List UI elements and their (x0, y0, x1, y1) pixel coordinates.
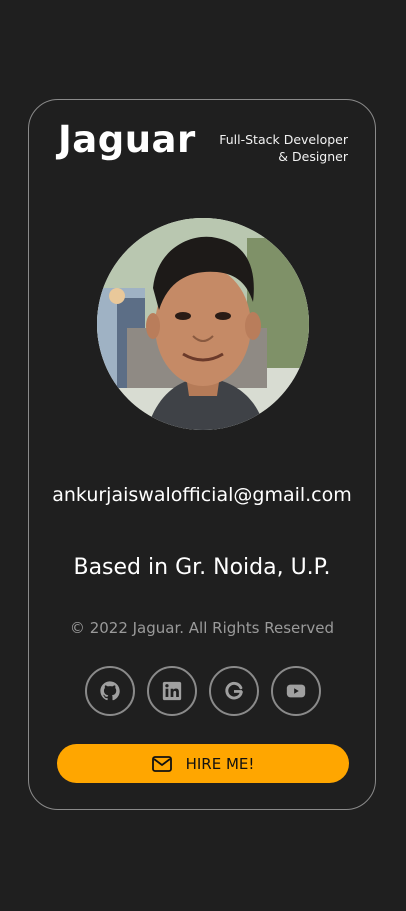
linkedin-link[interactable] (147, 666, 197, 716)
brand-logo: Jaguar (58, 118, 196, 161)
google-link[interactable] (209, 666, 259, 716)
contact-email: ankurjaiswalofficial@gmail.com (52, 484, 352, 506)
profile-card: Jaguar Full-Stack Developer & Designer a… (28, 99, 376, 810)
youtube-link[interactable] (271, 666, 321, 716)
mail-icon (151, 755, 172, 772)
avatar (97, 218, 309, 430)
location-text: Based in Gr. Noida, U.P. (73, 555, 331, 580)
avatar-portrait (97, 218, 309, 430)
social-links (85, 666, 321, 716)
copyright-text: © 2022 Jaguar. All Rights Reserved (69, 619, 335, 637)
linkedin-icon (162, 681, 182, 701)
role-line-2: & Designer (278, 149, 348, 164)
youtube-icon (286, 684, 306, 698)
role-tagline: Full-Stack Developer & Designer (219, 131, 348, 165)
role-line-1: Full-Stack Developer (219, 132, 348, 147)
github-link[interactable] (85, 666, 135, 716)
hire-me-label: HIRE ME! (185, 754, 255, 773)
google-icon (225, 681, 243, 700)
github-icon (100, 681, 120, 701)
hire-me-button[interactable]: HIRE ME! (57, 744, 349, 783)
